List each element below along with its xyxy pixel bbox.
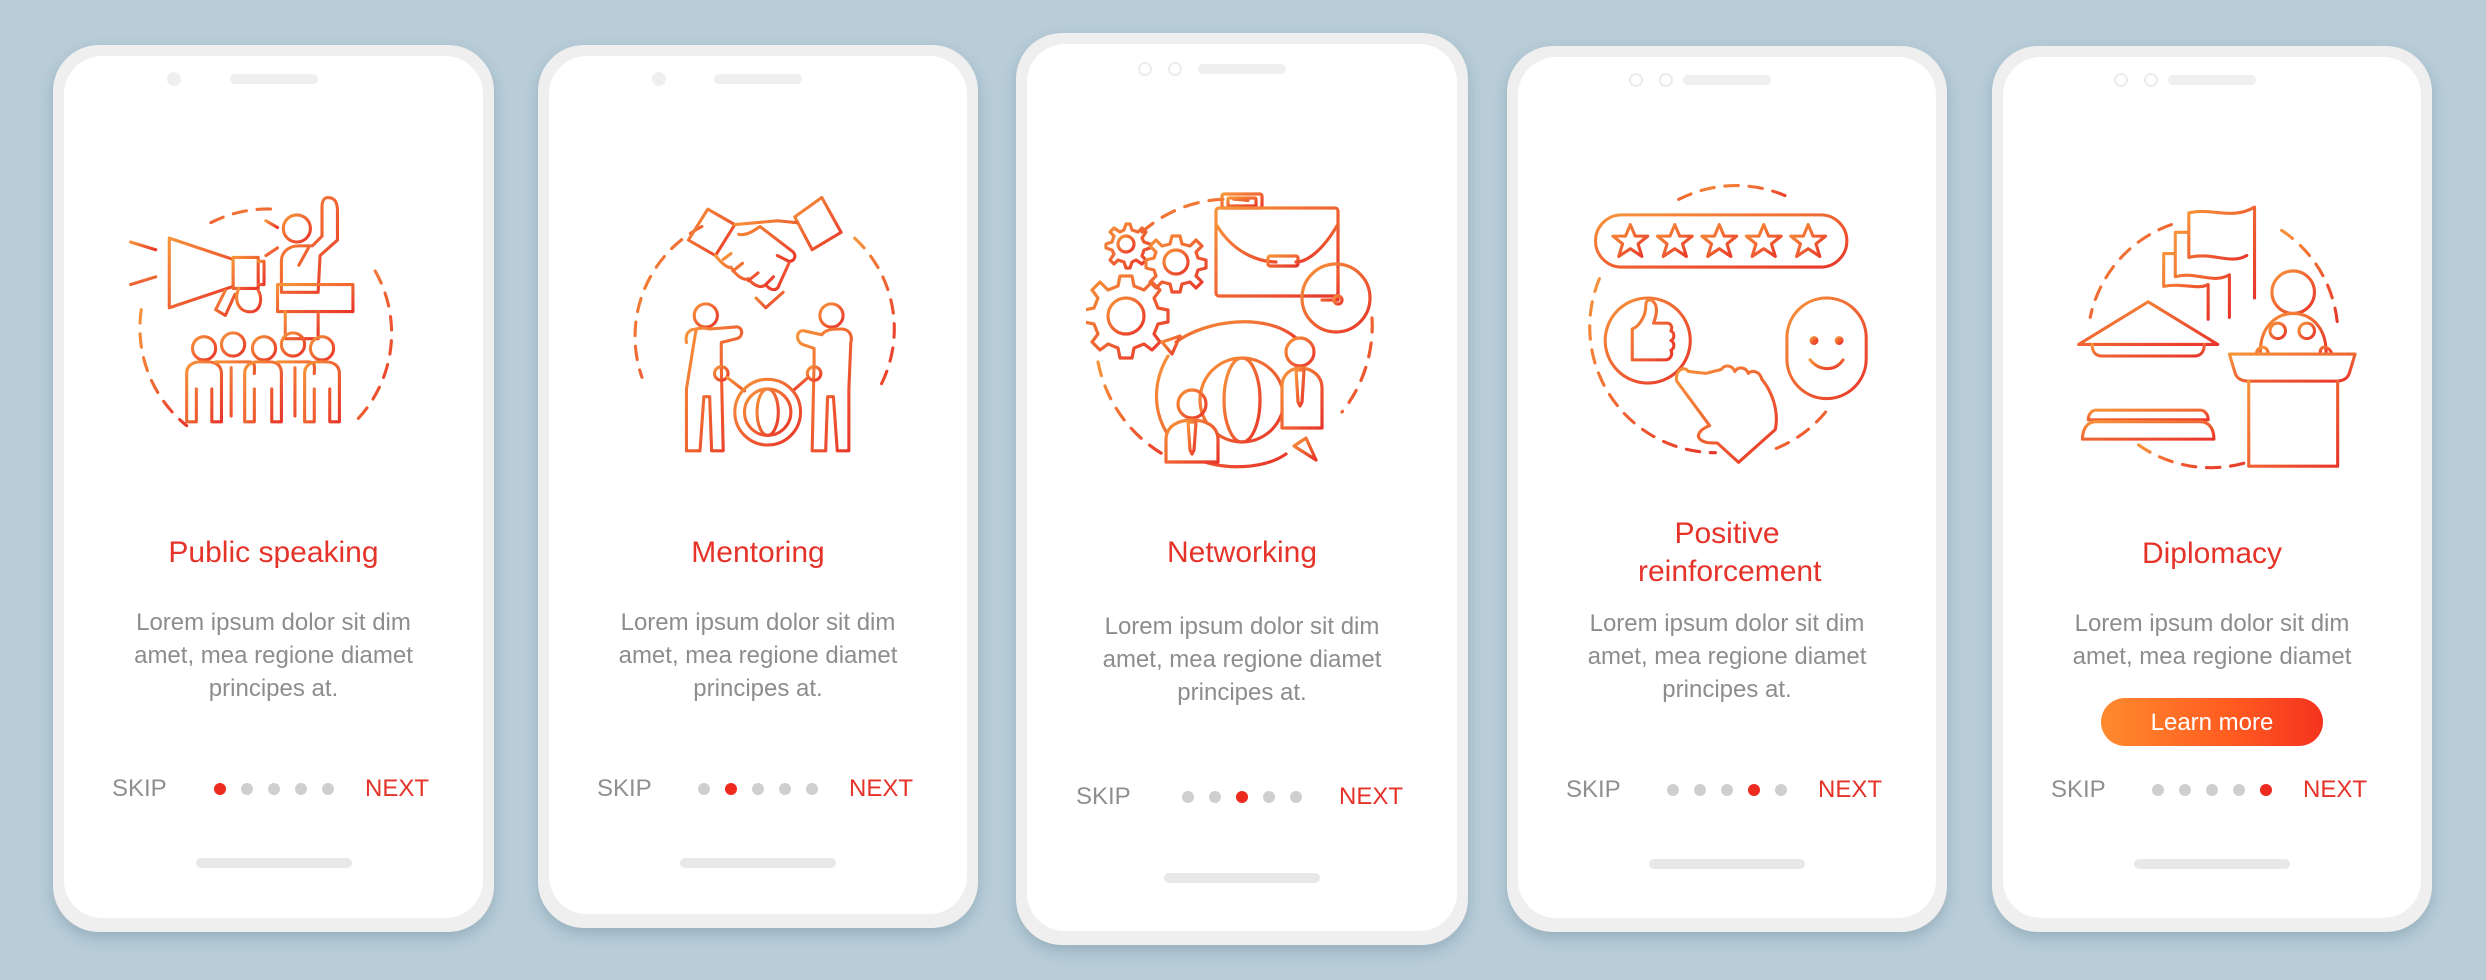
page-dot-3[interactable] [267, 783, 280, 795]
home-indicator [1164, 873, 1320, 883]
onboarding-screen-mentoring: Mentoring Lorem ipsum dolor sit dim amet… [538, 45, 978, 928]
page-indicator [1667, 784, 1787, 796]
page-dot-2[interactable] [2179, 784, 2191, 796]
page-dot-1[interactable] [2152, 784, 2164, 796]
onboarding-nav: SKIP NEXT [1518, 775, 1936, 805]
onboarding-screen-networking: Networking Lorem ipsum dolor sit dim ame… [1016, 33, 1468, 945]
next-button[interactable]: NEXT [849, 774, 913, 804]
home-indicator [195, 858, 352, 868]
front-sensor [1659, 73, 1673, 87]
phone-screen: Diplomacy Lorem ipsum dolor sit dim amet… [2003, 57, 2421, 918]
next-button[interactable]: NEXT [1818, 775, 1882, 805]
page-dot-3[interactable] [2206, 784, 2218, 796]
page-dot-5[interactable] [1775, 784, 1787, 796]
onboarding-nav: SKIP NEXT [2003, 775, 2421, 805]
page-indicator [2152, 784, 2272, 796]
screen-title: Networking [1166, 536, 1318, 569]
page-dot-1[interactable] [1667, 784, 1679, 796]
page-indicator [698, 783, 818, 795]
next-button[interactable]: NEXT [1339, 782, 1403, 812]
screen-description: Lorem ipsum dolor sit dim amet, mea regi… [134, 609, 413, 702]
speaker-grille [714, 74, 802, 84]
front-camera [1629, 73, 1643, 87]
home-indicator [680, 858, 836, 868]
page-indicator [213, 783, 334, 795]
page-dot-2[interactable] [1209, 791, 1221, 803]
home-indicator [2134, 859, 2290, 869]
page-dot-5[interactable] [2260, 784, 2272, 796]
skip-button[interactable]: SKIP [597, 774, 652, 804]
home-indicator [1649, 859, 1805, 869]
skip-button[interactable]: SKIP [1076, 782, 1131, 812]
public-speaking-icon [119, 184, 409, 474]
front-sensor [2144, 73, 2158, 87]
mentoring-icon [613, 184, 903, 474]
phone-screen: Networking Lorem ipsum dolor sit dim ame… [1027, 44, 1457, 931]
speaker-grille [2168, 75, 2256, 85]
networking-icon [1086, 172, 1386, 472]
page-indicator [1182, 791, 1302, 803]
front-camera [1138, 62, 1152, 76]
page-dot-2[interactable] [240, 783, 253, 795]
front-camera [167, 72, 181, 86]
page-dot-2[interactable] [1694, 784, 1706, 796]
screen-description: Lorem ipsum dolor sit dim amet, mea regi… [618, 609, 898, 702]
skip-button[interactable]: SKIP [1566, 775, 1621, 805]
page-dot-3[interactable] [1236, 791, 1248, 803]
screen-description: Lorem ipsum dolor sit dim amet, mea regi… [1102, 613, 1382, 706]
onboarding-screen-positive-reinforcement: Positive reinforcement Lorem ipsum dolor… [1507, 46, 1947, 932]
phone-screen: Positive reinforcement Lorem ipsum dolor… [1518, 57, 1936, 918]
front-sensor [1168, 62, 1182, 76]
page-dot-1[interactable] [1182, 791, 1194, 803]
front-camera [652, 72, 666, 86]
onboarding-nav: SKIP NEXT [1027, 782, 1457, 812]
skip-button[interactable]: SKIP [2051, 775, 2106, 805]
speaker-grille [1683, 75, 1771, 85]
onboarding-screen-diplomacy: Diplomacy Lorem ipsum dolor sit dim amet… [1992, 46, 2432, 932]
screen-description: Lorem ipsum dolor sit dim amet, mea regi… [2072, 610, 2352, 670]
positive-reinforcement-icon [1582, 182, 1872, 472]
page-dot-5[interactable] [1290, 791, 1302, 803]
speaker-grille [229, 74, 318, 84]
page-dot-3[interactable] [1721, 784, 1733, 796]
screen-description: Lorem ipsum dolor sit dim amet, mea regi… [1587, 610, 1867, 703]
page-dot-5[interactable] [806, 783, 818, 795]
page-dot-4[interactable] [294, 783, 307, 795]
screen-title: Diplomacy [2141, 537, 2283, 570]
page-dot-5[interactable] [321, 783, 334, 795]
page-dot-4[interactable] [779, 783, 791, 795]
screen-title: Positive reinforcement [1638, 517, 1822, 588]
onboarding-nav: SKIP NEXT [64, 774, 483, 804]
phone-screen: Mentoring Lorem ipsum dolor sit dim amet… [549, 56, 967, 914]
next-button[interactable]: NEXT [365, 774, 429, 804]
page-dot-1[interactable] [213, 783, 226, 795]
speaker-grille [1198, 64, 1286, 74]
screen-title: Public speaking [168, 536, 379, 569]
screen-title: Mentoring [691, 536, 825, 569]
phone-screen: Public speaking Lorem ipsum dolor sit di… [64, 56, 483, 918]
learn-more-button[interactable]: Learn more [2101, 698, 2323, 746]
page-dot-4[interactable] [2233, 784, 2245, 796]
page-dot-2[interactable] [725, 783, 737, 795]
page-dot-1[interactable] [698, 783, 710, 795]
skip-button[interactable]: SKIP [112, 774, 167, 804]
diplomacy-icon [2067, 182, 2357, 472]
page-dot-4[interactable] [1748, 784, 1760, 796]
onboarding-nav: SKIP NEXT [549, 774, 967, 804]
front-camera [2114, 73, 2128, 87]
next-button[interactable]: NEXT [2303, 775, 2367, 805]
page-dot-4[interactable] [1263, 791, 1275, 803]
page-dot-3[interactable] [752, 783, 764, 795]
onboarding-screen-public-speaking: Public speaking Lorem ipsum dolor sit di… [53, 45, 494, 932]
